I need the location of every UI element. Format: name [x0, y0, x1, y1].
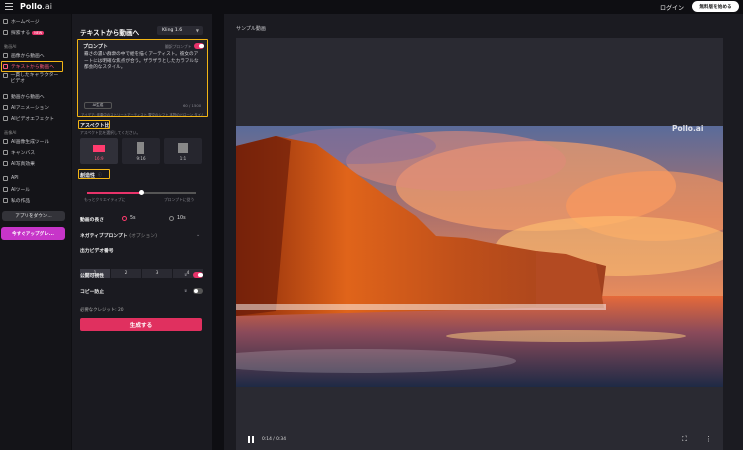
ratio-9-16[interactable]: 9:16 [122, 138, 160, 164]
highlight-box-sidebar [1, 61, 63, 72]
sidebar-item-api[interactable]: API [3, 174, 19, 183]
video-frame[interactable] [236, 126, 723, 387]
logo[interactable]: Pollo.ai [20, 2, 52, 11]
ratio-16-9[interactable]: 16:9 [80, 138, 118, 164]
pause-icon[interactable] [248, 436, 250, 443]
sidebar-section-video-ai: 動画AI [4, 44, 17, 49]
tools-icon [3, 187, 8, 192]
player-controls: 0:14 / 0:34 ⛶ ⋮ [236, 426, 723, 450]
generate-button[interactable]: 生成する [80, 318, 202, 331]
app-download-button[interactable]: アプリをダウン... [2, 211, 65, 221]
animation-icon [3, 105, 8, 110]
slider-right-label: プロンプトに従う [164, 197, 195, 202]
highlight-box-creativity [78, 169, 110, 179]
sidebar-item-my-works[interactable]: 私の作品 [3, 196, 30, 205]
more-options-icon[interactable]: ⋮ [705, 435, 712, 443]
chevron-down-icon: ▼ [195, 28, 199, 33]
top-bar: Pollo.ai ログイン 無料版を始める [0, 0, 743, 14]
start-free-button[interactable]: 無料版を始める [692, 1, 739, 12]
sidebar-item-video-to-video[interactable]: 動画から動画へ [3, 92, 45, 101]
cliff-sunset-image [236, 126, 723, 387]
slider-left-label: もっとクリエイティブに [84, 197, 126, 202]
copy-protection-toggle[interactable] [193, 288, 203, 294]
aspect-hint: アスペクト比を選択してください。 [80, 130, 141, 135]
video-player[interactable]: 0:14 / 0:34 ⛶ ⋮ [236, 38, 723, 450]
landscape-icon [93, 145, 105, 152]
option-5s[interactable]: 5s [130, 216, 136, 221]
sidebar-item-ai-tools[interactable]: AIツール [3, 185, 30, 194]
slider-handle[interactable] [139, 190, 144, 196]
image-gen-icon [3, 139, 8, 144]
pause-icon-bar [252, 436, 254, 443]
panel-title: テキストから動画へ [80, 29, 140, 37]
preview-area: サンプル動画 0:14 / 0:34 ⛶ ⋮ [224, 14, 743, 450]
creativity-slider[interactable] [87, 190, 196, 196]
public-visibility-toggle[interactable] [193, 272, 203, 278]
api-icon [3, 176, 8, 181]
copy-protection-label: コピー防止 [80, 290, 104, 295]
gutter [212, 14, 224, 450]
sidebar-item-image-to-video[interactable]: 画像から動画へ [3, 51, 45, 60]
highlight-box-aspect [78, 120, 110, 129]
credits-text: 必要なクレジット: 20 [80, 308, 124, 313]
output-count-label: 出力ビデオ番号 [80, 249, 114, 254]
radio-10s[interactable] [169, 216, 174, 221]
radio-5s[interactable] [122, 216, 127, 221]
person-icon [3, 73, 8, 78]
sidebar-item-ai-animation[interactable]: AIアニメーション [3, 103, 49, 112]
sidebar-item-home[interactable]: ホームページ [3, 17, 40, 26]
folder-icon [3, 198, 8, 203]
model-select[interactable]: Kling 1.6 ▼ [157, 26, 203, 35]
sidebar-item-canvas[interactable]: キャンバス [3, 148, 35, 157]
fullscreen-icon[interactable]: ⛶ [682, 435, 687, 444]
upgrade-button[interactable]: 今すぐアップグレ... [1, 227, 65, 240]
sidebar-section-image-ai: 画像AI [4, 130, 17, 135]
length-label: 動画の長さ [80, 218, 104, 223]
slider-fill [87, 192, 142, 194]
canvas-icon [3, 150, 8, 155]
watermark: Pollo.ai [672, 124, 704, 133]
chevron-down-icon[interactable]: ⌄ [196, 232, 200, 238]
sidebar-item-ai-video-effects[interactable]: AIビデオエフェクト [3, 114, 54, 123]
sidebar-item-explore[interactable]: 探索する NEW [3, 28, 45, 37]
square-icon [178, 143, 188, 153]
login-link[interactable]: ログイン [660, 3, 684, 12]
option-10s[interactable]: 10s [177, 216, 186, 221]
output-option-3[interactable]: 3 [142, 269, 172, 278]
photo-icon [3, 161, 8, 166]
time-display: 0:14 / 0:34 [262, 437, 286, 442]
compass-icon [3, 30, 8, 35]
highlight-box-prompt [77, 39, 208, 117]
crown-icon: ♛ [184, 288, 188, 293]
sample-video-label: サンプル動画 [236, 26, 266, 32]
sparkle-icon [3, 116, 8, 121]
hamburger-menu-icon[interactable] [5, 3, 13, 10]
settings-panel: テキストから動画へ Kling 1.6 ▼ プロンプト 翻訳プロンプト 霧さの濃い… [72, 14, 212, 450]
video-icon [3, 94, 8, 99]
home-icon [3, 19, 8, 24]
sidebar-item-ai-photo-effects[interactable]: AI写真効果 [3, 159, 35, 168]
crown-icon: ♛ [184, 272, 188, 277]
new-badge: NEW [32, 30, 45, 35]
output-option-2[interactable]: 2 [111, 269, 141, 278]
image-icon [3, 53, 8, 58]
sidebar-item-consistent-character[interactable]: 一貫したキャラクタービデオ [3, 73, 63, 87]
negative-prompt-label[interactable]: ネガティブプロンプト (オプション) [80, 232, 157, 239]
ratio-1-1[interactable]: 1:1 [164, 138, 202, 164]
public-visibility-label: 公開可視性 [80, 274, 104, 279]
portrait-icon [137, 142, 144, 154]
sidebar-item-ai-image-generator[interactable]: AI画像生成ツール [3, 137, 49, 146]
